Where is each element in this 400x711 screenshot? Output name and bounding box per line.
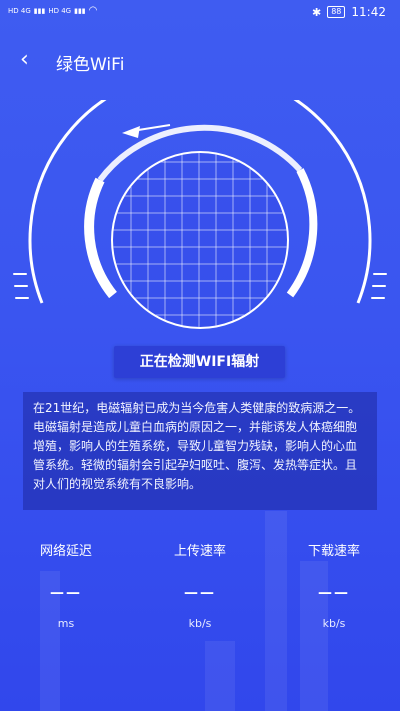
bluetooth-icon: ✱ — [312, 5, 322, 19]
app-header: ‹ 绿色WiFi — [0, 48, 400, 76]
page-title: 绿色WiFi — [56, 55, 125, 75]
detect-wifi-radiation-button[interactable]: 正在检测WIFI辐射 — [114, 346, 285, 378]
signal-icon: HD 4G — [48, 7, 72, 15]
signal-bars-icon: ▮▮▮ — [33, 7, 46, 15]
stat-value: —— — [184, 585, 216, 601]
gauge-pointer-icon — [122, 126, 140, 138]
gauge-inner-circle — [111, 151, 289, 329]
status-left: HD 4G ▮▮▮ HD 4G ▮▮▮ ◠ — [8, 6, 97, 16]
status-right: ✱ 88 11:42 — [312, 5, 386, 19]
stat-label: 下载速率 — [307, 544, 360, 559]
gauge-ring-left — [84, 177, 117, 299]
signal-bars-icon: ▮▮▮ — [74, 7, 86, 15]
status-time: 11:42 — [351, 5, 386, 19]
stat-label: 网络延迟 — [39, 544, 92, 559]
stat-unit: ms — [57, 617, 75, 630]
stat-latency: 网络延迟 —— ms — [6, 540, 126, 630]
stat-unit: kb/s — [322, 617, 346, 630]
stat-upload-rate: 上传速率 —— kb/s — [140, 540, 260, 630]
gauge-ring-right — [286, 168, 318, 298]
stat-download-rate: 下载速率 —— kb/s — [274, 540, 394, 630]
status-bar: HD 4G ▮▮▮ HD 4G ▮▮▮ ◠ ✱ 88 11:42 — [0, 0, 400, 24]
stat-value: —— — [50, 585, 82, 601]
stat-unit: kb/s — [188, 617, 212, 630]
background-column — [205, 641, 235, 711]
radiation-gauge — [13, 100, 387, 329]
signal-icon: HD 4G — [8, 7, 31, 15]
radiation-description: 在21世纪，电磁辐射已成为当今危害人类健康的致病源之一。电磁辐射是造成儿童白血病… — [23, 392, 377, 510]
wifi-icon: ◠ — [88, 5, 98, 16]
battery-indicator: 88 — [327, 6, 346, 18]
stat-label: 上传速率 — [173, 544, 226, 559]
back-button[interactable]: ‹ — [20, 48, 29, 72]
chevron-left-icon: ‹ — [20, 47, 29, 72]
stat-value: —— — [318, 585, 350, 601]
